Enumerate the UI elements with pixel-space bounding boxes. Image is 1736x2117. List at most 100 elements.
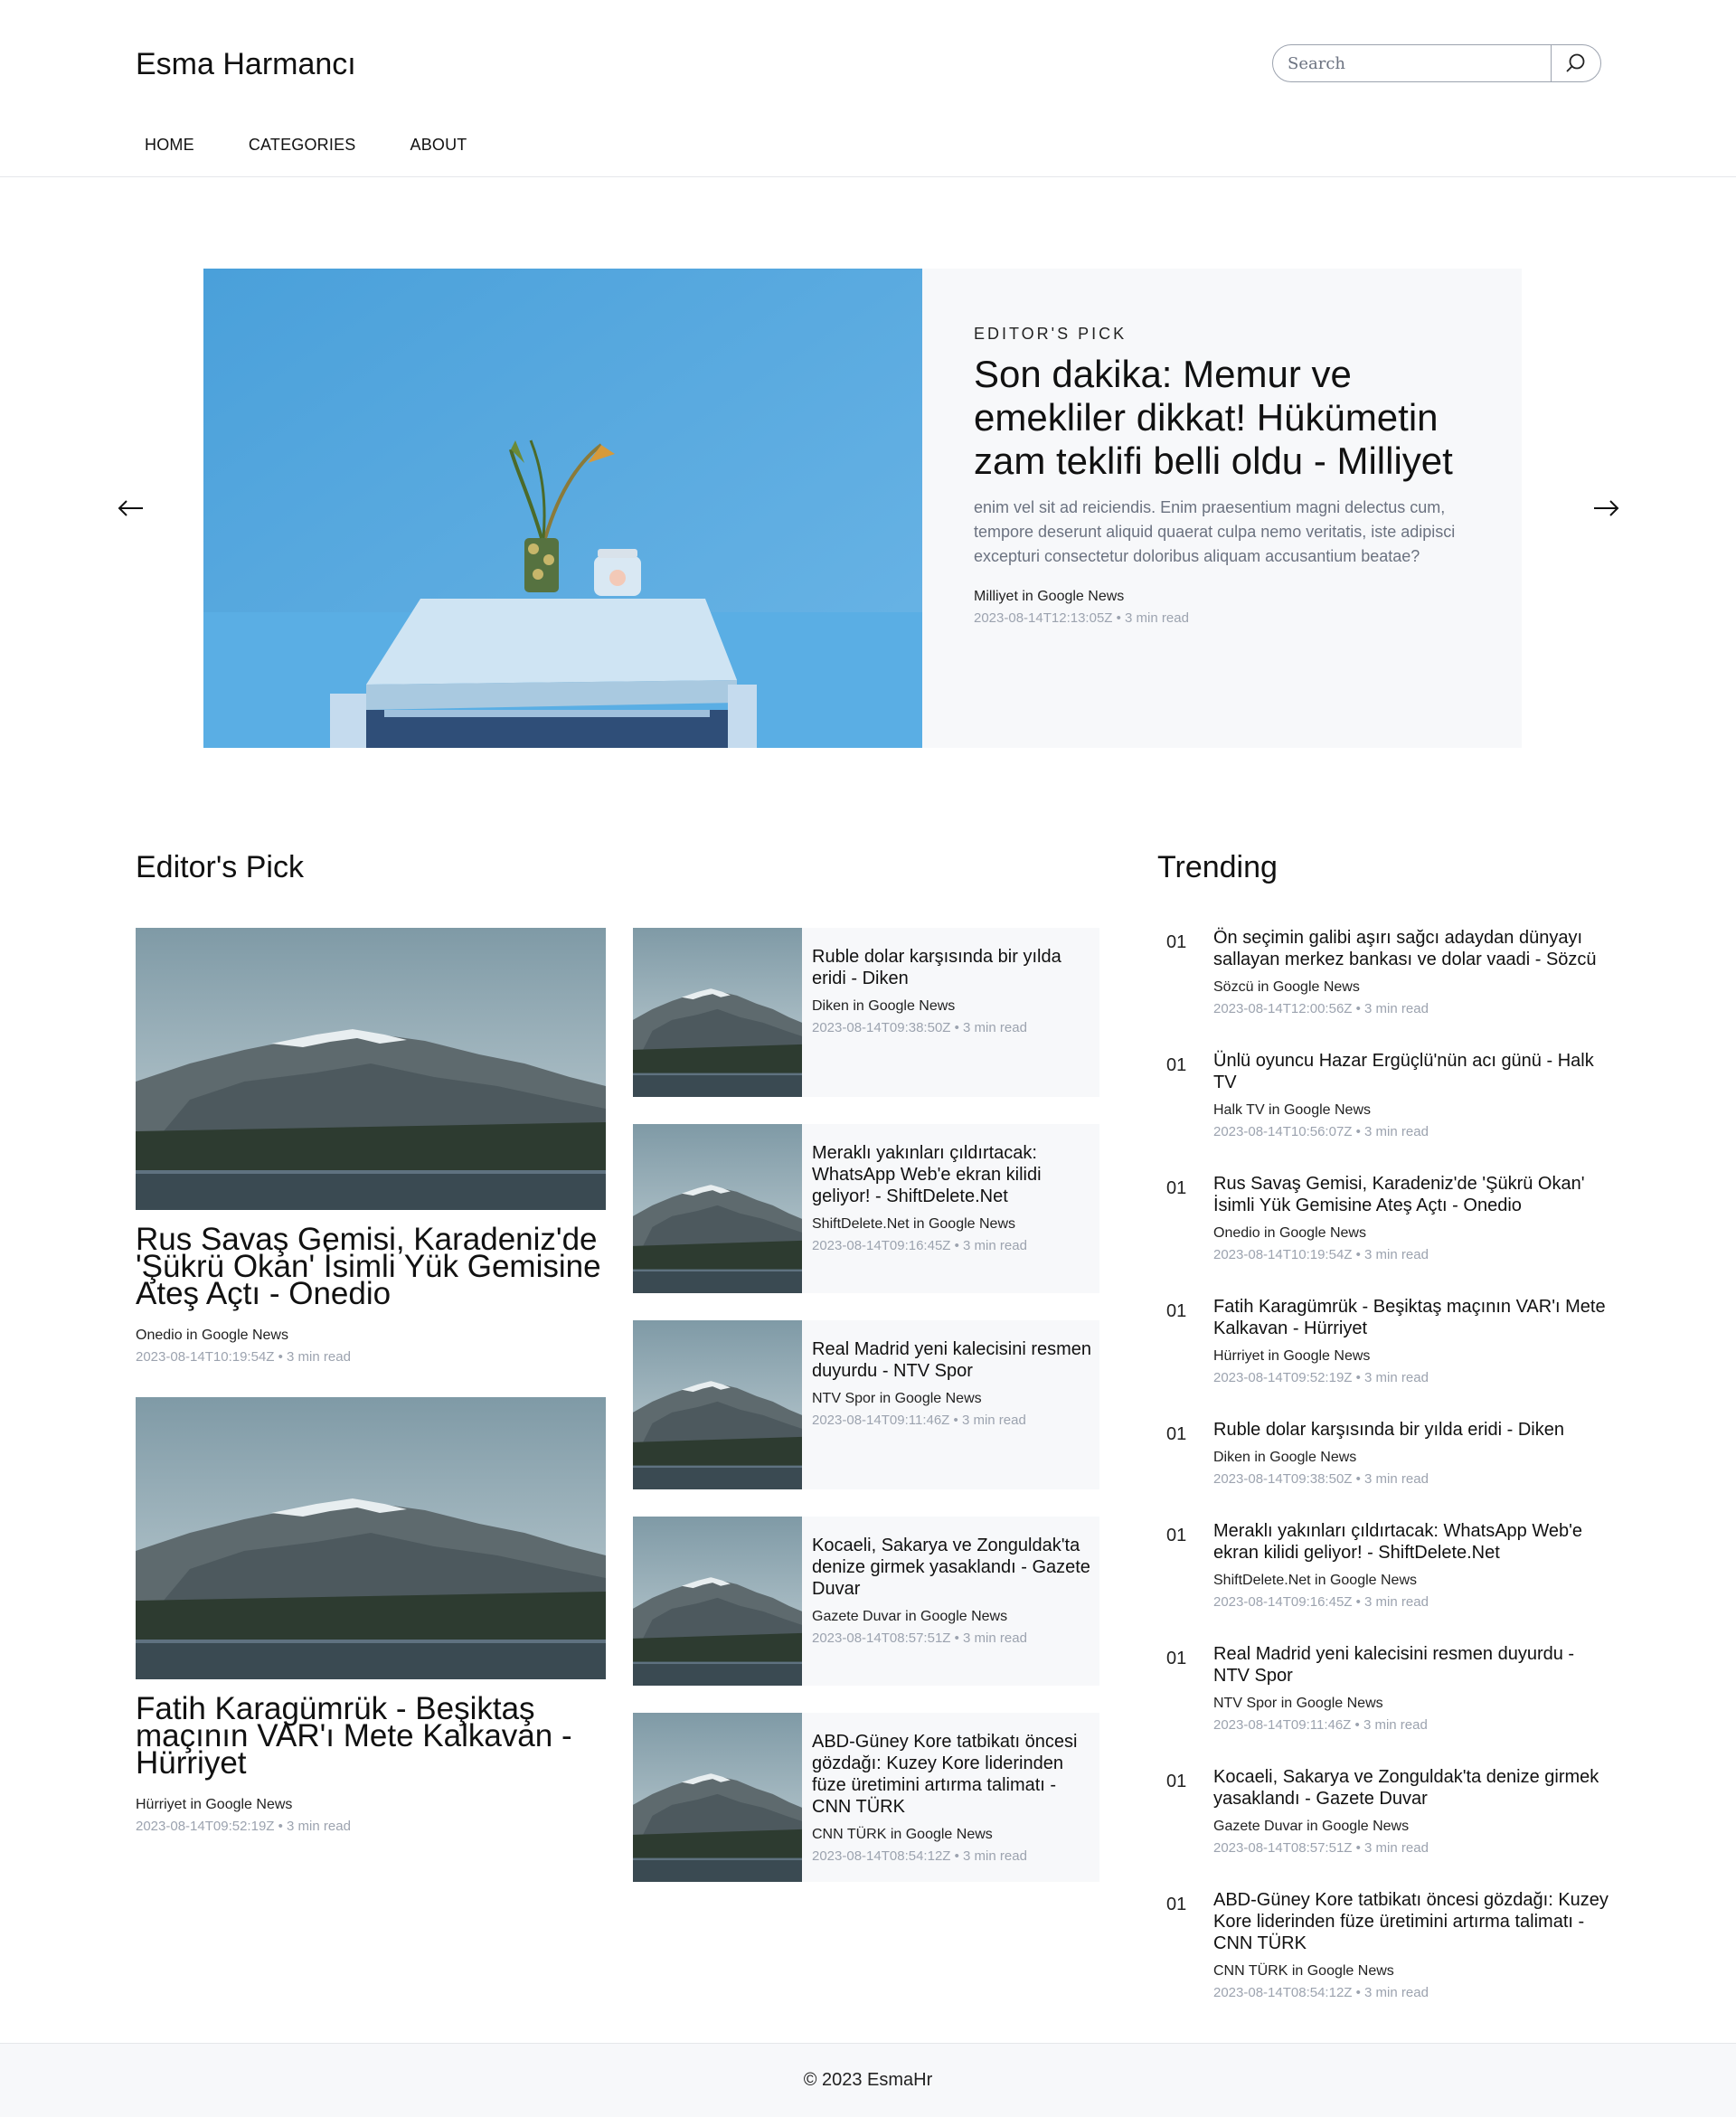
trending-source[interactable]: Hürriyet in Google News (1213, 1348, 1609, 1365)
trending-rank: 01 (1166, 1772, 1187, 1791)
trending-title[interactable]: Rus Savaş Gemisi, Karadeniz'de 'Şükrü Ok… (1213, 1173, 1609, 1216)
trending-source[interactable]: ShiftDelete.Net in Google News (1213, 1573, 1609, 1589)
trending-read-time: 3 min read (1364, 1001, 1429, 1016)
hero-slide[interactable]: EDITOR'S PICK Son dakika: Memur ve emekl… (203, 269, 1522, 748)
trending-source[interactable]: Onedio in Google News (1213, 1225, 1609, 1242)
article-title[interactable]: Real Madrid yeni kalecisini resmen duyur… (812, 1338, 1092, 1382)
article-date: 2023-08-14T08:57:51Z (812, 1630, 951, 1646)
article-image[interactable] (136, 1397, 606, 1679)
nav-about[interactable]: ABOUT (401, 136, 476, 155)
hero-source[interactable]: Milliyet in Google News (974, 589, 1462, 605)
editors-pick-card[interactable]: Real Madrid yeni kalecisini resmen duyur… (633, 1320, 1099, 1489)
trending-read-time: 3 min read (1364, 1840, 1429, 1856)
editors-pick-card[interactable]: Kocaeli, Sakarya ve Zonguldak'ta denize … (633, 1517, 1099, 1686)
site-brand[interactable]: Esma Harmancı (136, 47, 356, 82)
article-source[interactable]: Diken in Google News (812, 998, 1092, 1015)
article-thumbnail[interactable] (633, 928, 802, 1097)
trending-rank: 01 (1166, 1301, 1187, 1321)
article-read-time: 3 min read (963, 1020, 1027, 1035)
article-meta: 2023-08-14T08:54:12Z • 3 min read (812, 1848, 1027, 1864)
hero-text: EDITOR'S PICK Son dakika: Memur ve emekl… (974, 325, 1462, 626)
arrow-right-icon (1592, 499, 1619, 517)
article-read-time: 3 min read (963, 1630, 1027, 1646)
trending-item[interactable]: 01 Rus Savaş Gemisi, Karadeniz'de 'Şükrü … (1157, 1173, 1609, 1262)
article-meta: 2023-08-14T09:11:46Z • 3 min read (812, 1413, 1026, 1428)
trending-item[interactable]: 01 Fatih Karagümrük - Beşiktaş maçının VA… (1157, 1296, 1609, 1385)
trending-meta: 2023-08-14T09:16:45Z • 3 min read (1213, 1594, 1429, 1610)
trending-source[interactable]: Diken in Google News (1213, 1450, 1609, 1466)
trending-item[interactable]: 01 Ünlü oyuncu Hazar Ergüçlü'nün acı günü… (1157, 1050, 1609, 1139)
trending-read-time: 3 min read (1364, 1370, 1429, 1385)
hero-date: 2023-08-14T12:13:05Z (974, 610, 1113, 626)
trending-read-time: 3 min read (1364, 1471, 1429, 1487)
search-button[interactable] (1551, 45, 1600, 81)
article-thumbnail[interactable] (633, 1320, 802, 1489)
trending-source[interactable]: CNN TÜRK in Google News (1213, 1963, 1609, 1980)
trending-meta: 2023-08-14T09:38:50Z • 3 min read (1213, 1471, 1429, 1487)
trending-title[interactable]: ABD-Güney Kore tatbikatı öncesi gözdağı:… (1213, 1889, 1609, 1954)
editors-pick-card[interactable]: Ruble dolar karşısında bir yılda eridi -… (633, 928, 1099, 1097)
hero-image (203, 269, 922, 748)
trending-source[interactable]: Halk TV in Google News (1213, 1102, 1609, 1119)
editors-pick-card[interactable]: Meraklı yakınları çıldırtacak: WhatsApp … (633, 1124, 1099, 1293)
editors-pick-feature-card[interactable]: Rus Savaş Gemisi, Karadeniz'de 'Şükrü Ok… (136, 928, 606, 1365)
hero-meta: 2023-08-14T12:13:05Z • 3 min read (974, 610, 1189, 626)
article-thumbnail[interactable] (633, 1124, 802, 1293)
search-input[interactable] (1273, 45, 1551, 81)
trending-item[interactable]: 01 Ön seçimin galibi aşırı sağcı adaydan … (1157, 927, 1609, 1016)
article-read-time: 3 min read (963, 1848, 1027, 1864)
article-title[interactable]: Meraklı yakınları çıldırtacak: WhatsApp … (812, 1142, 1092, 1207)
hero-description: enim vel sit ad reiciendis. Enim praesen… (974, 498, 1456, 565)
article-source[interactable]: Gazete Duvar in Google News (812, 1609, 1092, 1625)
article-source[interactable]: ShiftDelete.Net in Google News (812, 1216, 1092, 1233)
trending-title[interactable]: Real Madrid yeni kalecisini resmen duyur… (1213, 1643, 1609, 1687)
article-source[interactable]: NTV Spor in Google News (812, 1391, 1092, 1407)
article-source[interactable]: Onedio in Google News (136, 1328, 606, 1344)
trending-rank: 01 (1166, 1178, 1187, 1198)
article-title[interactable]: Rus Savaş Gemisi, Karadeniz'de 'Şükrü Ok… (136, 1224, 606, 1309)
article-source[interactable]: CNN TÜRK in Google News (812, 1827, 1092, 1843)
nav-home[interactable]: HOME (136, 136, 203, 155)
trending-source[interactable]: Gazete Duvar in Google News (1213, 1819, 1609, 1835)
trending-source[interactable]: Sözcü in Google News (1213, 979, 1609, 996)
nav-categories[interactable]: CATEGORIES (240, 136, 365, 155)
search-box (1272, 44, 1601, 82)
trending-title[interactable]: Ön seçimin galibi aşırı sağcı adaydan dü… (1213, 927, 1609, 970)
article-title[interactable]: Ruble dolar karşısında bir yılda eridi -… (812, 946, 1092, 989)
site-footer: © 2023 EsmaHr (0, 2043, 1736, 2117)
trending-rank: 01 (1166, 1895, 1187, 1914)
article-read-time: 3 min read (287, 1349, 351, 1365)
article-thumbnail[interactable] (633, 1517, 802, 1686)
trending-item[interactable]: 01 Meraklı yakınları çıldırtacak: WhatsAp… (1157, 1520, 1609, 1610)
trending-item[interactable]: 01 Real Madrid yeni kalecisini resmen duy… (1157, 1643, 1609, 1733)
trending-item[interactable]: 01 ABD-Güney Kore tatbikatı öncesi gözdağ… (1157, 1889, 1609, 2000)
article-title[interactable]: Fatih Karagümrük - Beşiktaş maçının VAR'… (136, 1693, 606, 1779)
article-read-time: 3 min read (287, 1819, 351, 1834)
article-thumbnail[interactable] (633, 1713, 802, 1882)
trending-title[interactable]: Meraklı yakınları çıldırtacak: WhatsApp … (1213, 1520, 1609, 1564)
hero-title[interactable]: Son dakika: Memur ve emekliler dikkat! H… (974, 353, 1462, 483)
article-image[interactable] (136, 928, 606, 1210)
article-meta: 2023-08-14T10:19:54Z • 3 min read (136, 1349, 351, 1365)
carousel-next-button[interactable] (1588, 493, 1624, 524)
trending-title[interactable]: Ruble dolar karşısında bir yılda eridi -… (1213, 1419, 1609, 1441)
trending-date: 2023-08-14T08:57:51Z (1213, 1840, 1353, 1856)
editors-pick-feature-card[interactable]: Fatih Karagümrük - Beşiktaş maçının VAR'… (136, 1397, 606, 1834)
trending-rank: 01 (1166, 1424, 1187, 1444)
article-title[interactable]: Kocaeli, Sakarya ve Zonguldak'ta denize … (812, 1535, 1092, 1600)
trending-title[interactable]: Ünlü oyuncu Hazar Ergüçlü'nün acı günü -… (1213, 1050, 1609, 1093)
trending-source[interactable]: NTV Spor in Google News (1213, 1696, 1609, 1712)
carousel-prev-button[interactable] (113, 493, 149, 524)
article-date: 2023-08-14T10:19:54Z (136, 1349, 275, 1365)
trending-read-time: 3 min read (1364, 1247, 1429, 1262)
site-header: Esma Harmancı HOME CATEGORIES ABOUT (0, 0, 1736, 177)
trending-title[interactable]: Kocaeli, Sakarya ve Zonguldak'ta denize … (1213, 1766, 1609, 1810)
article-title[interactable]: ABD-Güney Kore tatbikatı öncesi gözdağı:… (812, 1731, 1092, 1818)
trending-meta: 2023-08-14T10:56:07Z • 3 min read (1213, 1124, 1429, 1139)
trending-item[interactable]: 01 Kocaeli, Sakarya ve Zonguldak'ta deniz… (1157, 1766, 1609, 1856)
article-meta: 2023-08-14T09:16:45Z • 3 min read (812, 1238, 1027, 1253)
trending-item[interactable]: 01 Ruble dolar karşısında bir yılda eridi… (1157, 1419, 1609, 1487)
article-source[interactable]: Hürriyet in Google News (136, 1797, 606, 1813)
editors-pick-card[interactable]: ABD-Güney Kore tatbikatı öncesi gözdağı:… (633, 1713, 1099, 1882)
trending-title[interactable]: Fatih Karagümrük - Beşiktaş maçının VAR'… (1213, 1296, 1609, 1339)
